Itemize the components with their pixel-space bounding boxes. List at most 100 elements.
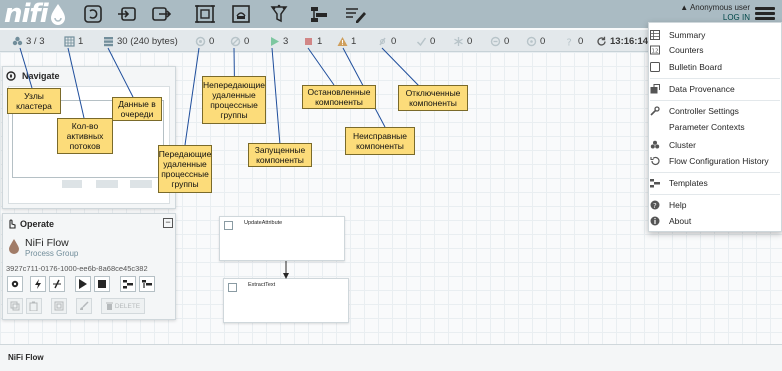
template-tool-icon[interactable] [308, 4, 330, 24]
disabled-icon [377, 36, 388, 47]
stopped-icon [303, 36, 314, 47]
status-cluster-nodes: 3 / 3 [12, 35, 45, 48]
funnel-tool-icon[interactable] [268, 4, 290, 24]
running-icon [269, 36, 280, 47]
enable-button[interactable] [30, 276, 46, 292]
menu-item-bulletin-board[interactable]: Bulletin Board [650, 60, 722, 74]
start-button[interactable] [75, 276, 91, 292]
process-group-drop-icon [9, 239, 19, 254]
processor-tool-icon[interactable] [82, 4, 104, 24]
group-icon [54, 301, 64, 311]
upload-template-icon [142, 280, 152, 288]
transmitting-icon [195, 36, 206, 47]
menu-separator [650, 78, 780, 79]
menu-item-about[interactable]: About [650, 214, 691, 228]
breadcrumb[interactable]: NiFi Flow [8, 353, 44, 362]
threads-icon [64, 36, 75, 47]
birdseye-component [62, 180, 82, 188]
callout-disabled: Отключенные компоненты [398, 85, 468, 111]
selected-component-name: NiFi Flow [25, 237, 69, 249]
operate-title: Operate [20, 219, 55, 229]
info-icon [650, 216, 660, 226]
configure-button[interactable] [7, 276, 23, 292]
help-icon: ? [650, 200, 660, 210]
disable-button[interactable] [49, 276, 65, 292]
output-port-tool-icon[interactable] [150, 4, 172, 24]
callout-cluster-nodes: Узлы кластера [7, 88, 61, 114]
status-invalid: 1 [337, 35, 356, 48]
question-icon: ? [564, 36, 575, 48]
collapse-button[interactable]: − [163, 218, 173, 228]
group-button[interactable] [51, 298, 67, 314]
color-button[interactable] [76, 298, 92, 314]
menu-item-cluster[interactable]: Cluster [650, 138, 696, 152]
callout-active-threads: Кол-во активных потоков [57, 118, 113, 154]
nifi-logo: nifi [4, 0, 66, 28]
stale-icon [490, 36, 501, 47]
menu-item-flow-configuration-history[interactable]: Flow Configuration History [650, 154, 769, 168]
svg-text:?: ? [567, 38, 572, 48]
processor-extract-text[interactable]: ExtractText [223, 278, 349, 323]
status-queued-data: 30 (240 bytes) [103, 35, 178, 48]
stop-icon [98, 280, 106, 288]
menu-item-summary[interactable]: Summary [650, 28, 705, 42]
callout-not-transmitting-rpg: Непередающие удаленные процессные группы [202, 76, 266, 124]
logo-text: nifi [4, 0, 49, 29]
paint-brush-icon [80, 301, 89, 310]
processor-name: ExtractText [248, 282, 276, 288]
stop-button[interactable] [94, 276, 110, 292]
user-name: ▲ Anonymous user [680, 3, 750, 12]
menu-item-counters[interactable]: 12 Counters [650, 43, 704, 57]
callout-running: Запущенные компоненты [248, 143, 312, 167]
menu-item-parameter-contexts[interactable]: Parameter Contexts [650, 120, 745, 134]
copy-icon [10, 301, 20, 311]
upload-template-button[interactable] [139, 276, 155, 292]
status-locally-modified: 0 [453, 35, 472, 48]
status-locally-modified-stale: 0 [526, 35, 545, 48]
templates-icon [650, 178, 660, 188]
status-refresh[interactable]: 13:16:14 [596, 35, 648, 48]
create-template-button[interactable] [120, 276, 136, 292]
cluster-icon [12, 36, 23, 47]
copy-button[interactable] [7, 298, 23, 314]
menu-separator [650, 172, 780, 173]
play-icon [79, 279, 87, 289]
paste-icon [29, 301, 38, 311]
modified-stale-icon [526, 36, 537, 47]
summary-icon [650, 30, 660, 40]
navigate-header[interactable]: Navigate [6, 70, 60, 82]
remote-process-group-tool-icon[interactable] [230, 4, 252, 24]
status-not-transmitting: 0 [230, 35, 249, 48]
cluster-icon [650, 140, 660, 150]
svg-text:12: 12 [652, 49, 659, 55]
status-up-to-date: 0 [416, 35, 435, 48]
refresh-icon [596, 36, 607, 47]
callout-invalid: Неисправные компоненты [345, 127, 415, 155]
processor-name: UpdateAttribute [244, 220, 283, 226]
menu-item-data-provenance[interactable]: Data Provenance [650, 82, 735, 96]
gear-icon [11, 280, 19, 288]
paste-button[interactable] [26, 298, 42, 314]
hand-pointer-icon [9, 219, 16, 229]
check-icon [416, 36, 427, 47]
menu-item-controller-settings[interactable]: Controller Settings [650, 104, 739, 118]
svg-text:?: ? [653, 202, 657, 210]
menu-item-templates[interactable]: Templates [650, 176, 708, 190]
processor-update-attribute[interactable]: UpdateAttribute [219, 216, 345, 261]
delete-button[interactable]: DELETE [101, 298, 145, 314]
global-menu-button[interactable] [755, 7, 775, 21]
status-active-threads: 1 [64, 35, 83, 48]
history-icon [650, 156, 660, 166]
process-group-tool-icon[interactable] [194, 4, 216, 24]
menu-separator [650, 100, 780, 101]
status-disabled: 0 [377, 35, 396, 48]
status-running: 3 [269, 35, 288, 48]
menu-item-help[interactable]: ? Help [650, 198, 686, 212]
user-area: ▲ Anonymous user LOG IN [675, 3, 750, 23]
callout-stopped: Остановленные компоненты [302, 85, 376, 109]
callout-queued-data: Данные в очереди [112, 97, 162, 121]
counters-icon: 12 [650, 45, 660, 55]
label-tool-icon[interactable] [344, 4, 366, 24]
input-port-tool-icon[interactable] [116, 4, 138, 24]
compass-icon [6, 71, 16, 81]
